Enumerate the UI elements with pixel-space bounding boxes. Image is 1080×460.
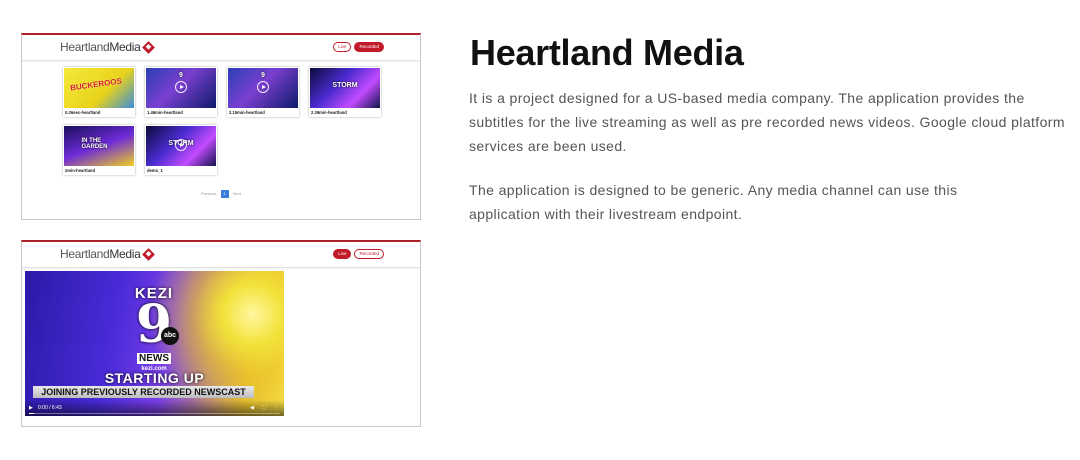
station-logo: KEZI 9 abc NEWS kezi.com <box>123 285 185 372</box>
video-thumbnail[interactable]: STORM <box>310 68 380 108</box>
screenshot-live-player: HeartlandMedia Live Recorded KEZI 9 abc … <box>21 240 421 427</box>
video-card[interactable]: 9 1.46min-heartland <box>145 67 217 117</box>
logo-diamond-icon <box>141 41 155 54</box>
live-button[interactable]: Live <box>333 42 352 52</box>
screenshot-recorded-list: HeartlandMedia Live Recorded BUCKEROOS 0… <box>21 33 421 220</box>
volume-icon[interactable]: ◀ <box>250 405 254 411</box>
pagination-page[interactable]: 1 <box>220 190 229 198</box>
recorded-button[interactable]: Recorded <box>354 249 384 259</box>
video-title: 1.46min-heartland <box>147 110 183 115</box>
fullscreen-icon[interactable]: ⛶ <box>262 405 266 411</box>
video-title: 2.39min-heartland <box>311 110 347 115</box>
app-header: HeartlandMedia Live Recorded <box>22 242 420 268</box>
video-card[interactable]: BUCKEROOS 0.26sec-heartland <box>63 67 135 117</box>
pagination-next[interactable]: Next <box>233 191 241 196</box>
video-card[interactable]: STORM demo_1 <box>145 125 217 175</box>
video-thumbnail[interactable]: STORM <box>146 126 216 166</box>
progress-fill <box>29 413 35 414</box>
project-title: Heartland Media <box>470 32 744 73</box>
thumbnail-caption: STORM <box>332 82 358 89</box>
app-header: HeartlandMedia Live Recorded <box>22 35 420 61</box>
video-title: 2.15min-heartland <box>229 110 265 115</box>
pagination-prev[interactable]: Previous <box>201 191 217 196</box>
thumbnail-caption: 9 <box>179 72 183 79</box>
network-badge: abc <box>161 327 179 345</box>
recorded-button[interactable]: Recorded <box>354 42 384 52</box>
video-card[interactable]: 9 2.15min-heartland <box>227 67 299 117</box>
video-title: 2min-heartland <box>65 168 96 173</box>
app-logo[interactable]: HeartlandMedia <box>60 247 155 261</box>
video-thumbnail[interactable]: 9 <box>228 68 298 108</box>
banner-main: STARTING UP <box>104 370 205 386</box>
thumbnail-caption: BUCKEROOS <box>69 76 123 93</box>
play-icon[interactable] <box>175 81 187 93</box>
progress-bar[interactable] <box>29 413 280 414</box>
play-icon[interactable]: ▶ <box>29 405 33 411</box>
video-thumbnail[interactable]: IN THE GARDEN <box>64 126 134 166</box>
video-card[interactable]: IN THE GARDEN 2min-heartland <box>63 125 135 175</box>
logo-text-light: Heartland <box>60 40 110 54</box>
pagination: Previous 1 Next <box>22 190 420 198</box>
thumbnail-caption: IN THE GARDEN <box>81 138 108 150</box>
video-title: demo_1 <box>147 168 163 173</box>
time-display: 0:00 / 6:43 <box>38 405 62 411</box>
play-icon[interactable] <box>175 139 187 151</box>
mode-toggle: Live Recorded <box>333 249 384 259</box>
banner-sub: JOINING PREVIOUSLY RECORDED NEWSCAST <box>33 386 254 398</box>
video-card[interactable]: STORM 2.39min-heartland <box>309 67 381 117</box>
video-thumbnail[interactable]: BUCKEROOS <box>64 68 134 108</box>
video-title: 0.26sec-heartland <box>65 110 101 115</box>
mode-toggle: Live Recorded <box>333 42 384 52</box>
logo-text-dark: Media <box>109 40 141 54</box>
live-button[interactable]: Live <box>333 249 352 259</box>
project-description-2: The application is designed to be generi… <box>469 182 958 222</box>
player-controls: ▶ 0:00 / 6:43 ◀ ⛶ ⋮ <box>25 400 284 416</box>
thumbnail-caption: 9 <box>261 72 265 79</box>
news-label: NEWS <box>137 353 171 364</box>
video-player[interactable]: KEZI 9 abc NEWS kezi.com STARTING UP JOI… <box>25 271 284 416</box>
logo-text-dark: Media <box>109 247 141 261</box>
app-logo[interactable]: HeartlandMedia <box>60 40 155 54</box>
logo-text-light: Heartland <box>60 247 110 261</box>
more-options-icon[interactable]: ⋮ <box>273 405 278 411</box>
logo-diamond-icon <box>141 248 155 261</box>
video-thumbnail[interactable]: 9 <box>146 68 216 108</box>
project-description: It is a project designed for a US-based … <box>469 90 1065 154</box>
play-icon[interactable] <box>257 81 269 93</box>
